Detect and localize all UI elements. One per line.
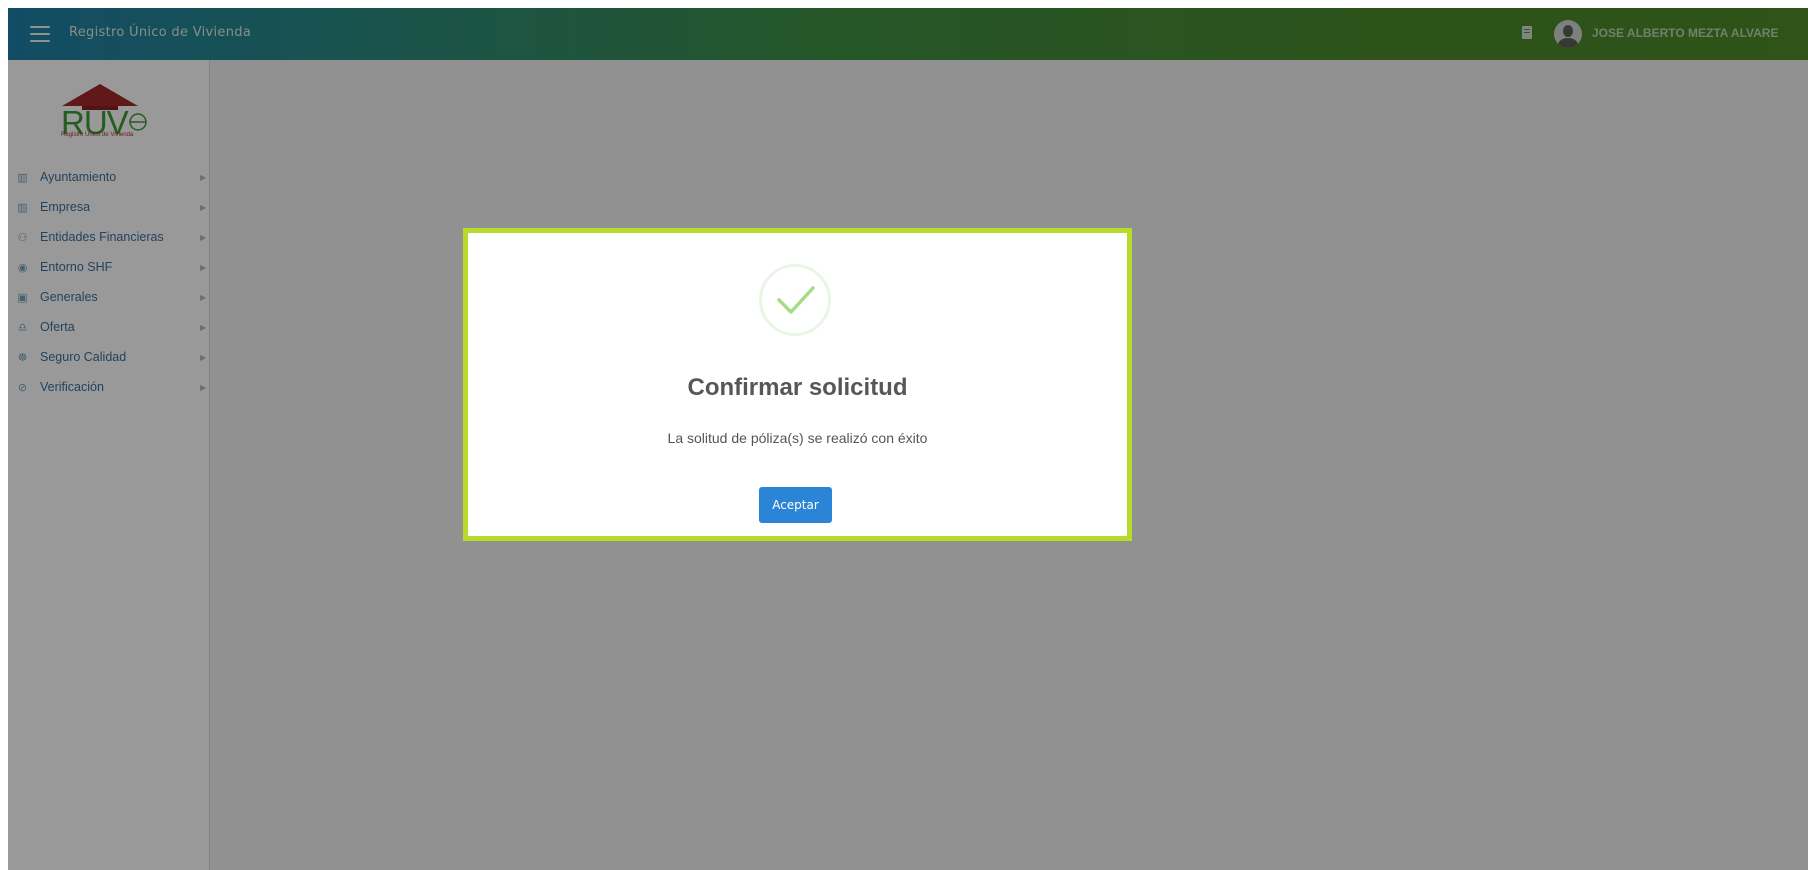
dialog-title: Confirmar solicitud — [687, 374, 908, 401]
app-window: Registro Único de Vivienda JOSE ALBERTO … — [8, 8, 1808, 870]
confirmation-dialog: Confirmar solicitud La solitud de póliza… — [463, 228, 1132, 541]
dialog-message: La solitud de póliza(s) se realizó con é… — [667, 430, 928, 446]
accept-button[interactable]: Aceptar — [759, 487, 832, 523]
success-check-icon — [759, 264, 831, 336]
